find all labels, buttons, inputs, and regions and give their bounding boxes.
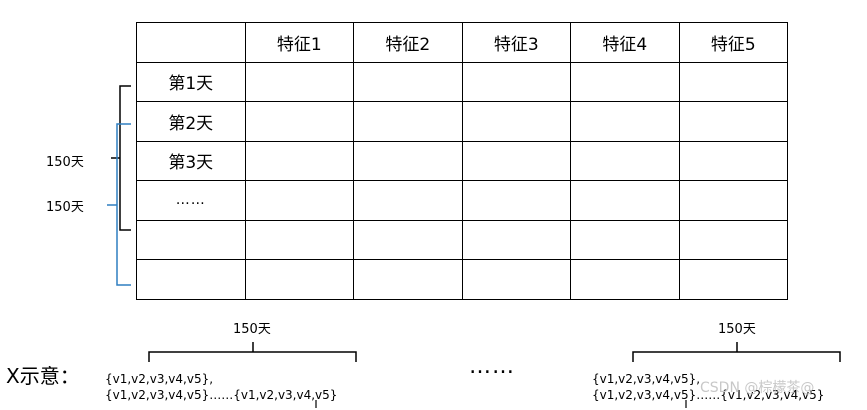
- bracket-layer: [107, 85, 841, 408]
- right-bottom-brace: [632, 342, 841, 362]
- black-side-bracket: [111, 85, 131, 231]
- right-sequence-line-1: {v1,v2,v3,v4,v5},: [592, 372, 701, 386]
- x-illustration-label: X示意：: [6, 364, 80, 388]
- right-brace-label: 150天: [718, 322, 756, 337]
- blue-side-bracket: [107, 123, 131, 286]
- black-bracket-label: 150天: [46, 155, 84, 170]
- left-brace-label: 150天: [233, 322, 271, 337]
- left-bottom-brace: [148, 342, 357, 362]
- middle-ellipsis: ……: [469, 354, 515, 379]
- left-sequence-line-2: {v1,v2,v3,v4,v5}……{v1,v2,v3,v4,v5}: [105, 388, 338, 402]
- watermark: CSDN @棕檬茶@: [700, 380, 815, 396]
- blue-bracket-label: 150天: [46, 200, 84, 215]
- left-sequence-line-1: {v1,v2,v3,v4,v5},: [105, 372, 214, 386]
